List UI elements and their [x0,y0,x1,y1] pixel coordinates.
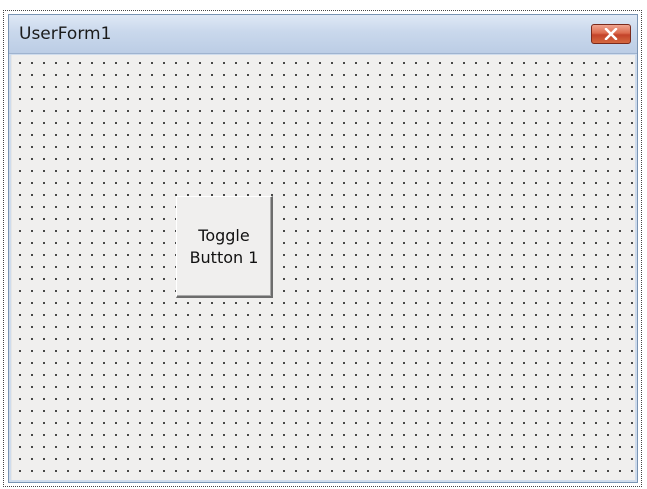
userform-designer-frame: UserForm1 Toggle Button 1 [3,10,642,487]
window-title: UserForm1 [19,24,112,44]
form-design-grid[interactable]: Toggle Button 1 [11,55,635,480]
title-bar[interactable]: UserForm1 [9,15,637,54]
toggle-button-1[interactable]: Toggle Button 1 [176,196,273,298]
close-button[interactable] [591,24,631,44]
toggle-button-label: Toggle Button 1 [189,225,259,267]
close-icon [604,28,618,40]
userform-window[interactable]: UserForm1 Toggle Button 1 [8,14,638,483]
